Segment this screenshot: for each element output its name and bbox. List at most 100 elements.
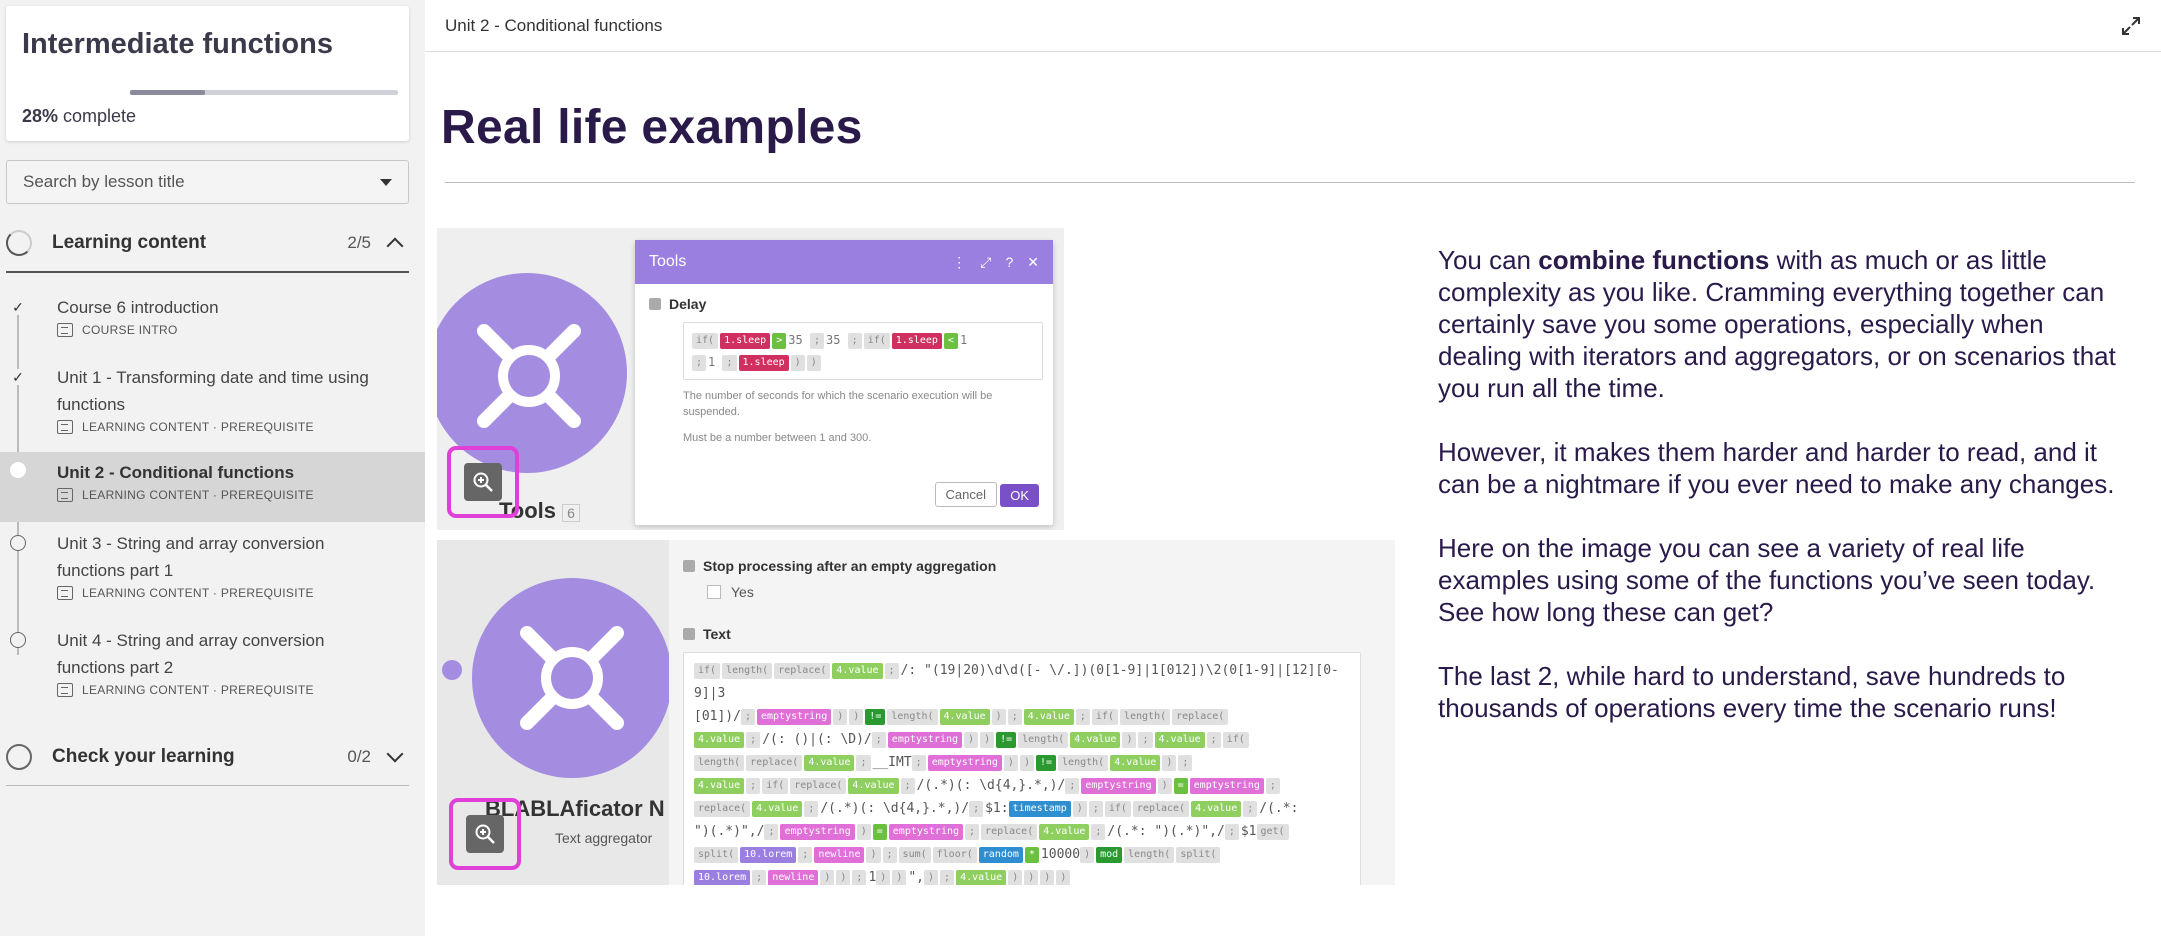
section-title: Learning content [52, 232, 207, 253]
check-icon: ✓ [10, 369, 26, 385]
paragraph-4: The last 2, while hard to understand, sa… [1438, 661, 2066, 723]
lesson-title: Unit 1 - Transforming date and time usin… [57, 368, 369, 414]
lesson-meta-text: COURSE INTRO [82, 323, 178, 337]
text-label: Text [683, 626, 1381, 642]
aggregator-module: BLABLAficator N Text aggregator [437, 540, 672, 885]
cancel-button: Cancel [934, 482, 997, 507]
collapse-icon [683, 560, 695, 572]
collapse-icon [649, 298, 661, 310]
progress-text: 28% complete [22, 106, 136, 127]
lesson-title: Course 6 introduction [57, 298, 219, 317]
example-image-aggregator: BLABLAficator N Text aggregator Stop pro… [437, 540, 1395, 885]
expand-icon[interactable] [2121, 16, 2141, 36]
progress-ring-icon [6, 230, 32, 256]
lesson-item-course-intro[interactable]: ✓ Course 6 introduction COURSE INTRO [0, 294, 425, 356]
delay-label: Delay [649, 296, 1039, 312]
delay-hint-1: The number of seconds for which the scen… [683, 390, 993, 418]
zoom-button-1[interactable] [447, 446, 519, 518]
progress-bar [130, 90, 398, 95]
more-icon: ⋮ [952, 253, 967, 270]
ok-button: OK [1000, 484, 1039, 507]
zoom-in-icon [464, 463, 502, 501]
dialog-header-icons: ⋮ ⤢? ✕ [952, 254, 1039, 271]
caret-down-icon [380, 178, 392, 186]
lesson-meta-text: LEARNING CONTENT · PREREQUISITE [82, 683, 314, 697]
lesson-search-select[interactable]: Search by lesson title [6, 160, 409, 204]
help-icon: ? [1005, 253, 1014, 270]
paragraph-1: You can combine functions with as much o… [1438, 244, 2118, 404]
text-label-text: Text [703, 626, 731, 642]
title-divider [445, 182, 2135, 183]
lesson-item-unit-2[interactable]: Unit 2 - Conditional functions LEARNING … [0, 452, 425, 522]
document-icon [57, 420, 73, 434]
search-placeholder: Search by lesson title [23, 172, 185, 191]
dialog-title: Tools [649, 253, 687, 270]
progress-ring-icon [6, 743, 32, 770]
aggregator-settings: Stop processing after an empty aggregati… [669, 540, 1395, 885]
delay-hint-2: Must be a number between 1 and 300. [683, 432, 872, 444]
lesson-meta-text: LEARNING CONTENT · PREREQUISITE [82, 420, 314, 434]
empty-aggregation-text: Stop processing after an empty aggregati… [703, 558, 997, 574]
delay-formula: if(1.sleep >35 ; 35 ; if(1.sleep <1 ; 1 ; 1.sl… [683, 322, 1043, 380]
checkbox-icon [707, 585, 721, 599]
tools-icon [520, 626, 624, 730]
lesson-meta: LEARNING CONTENT · PREREQUISITE [57, 586, 385, 600]
lesson-topbar: Unit 2 - Conditional functions [425, 0, 2161, 52]
empty-circle-icon [10, 632, 26, 648]
dialog-header: Tools ⋮ ⤢? ✕ [635, 240, 1053, 284]
lesson-meta-text: LEARNING CONTENT · PREREQUISITE [82, 586, 314, 600]
lesson-meta: LEARNING CONTENT · PREREQUISITE [57, 683, 385, 697]
collapse-icon [683, 628, 695, 640]
progress-percent: 28% [22, 106, 59, 126]
section-learning-content[interactable]: Learning content 2/5 [6, 215, 409, 273]
lesson-meta-text: LEARNING CONTENT · PREREQUISITE [82, 488, 314, 502]
chevron-down-icon [386, 745, 404, 762]
zoom-button-2[interactable] [449, 798, 521, 870]
document-icon [57, 586, 73, 600]
lesson-item-unit-1[interactable]: ✓ Unit 1 - Transforming date and time us… [0, 364, 425, 452]
text-formula: if(length(replace(4.value;/: "(19|20)\d\… [683, 652, 1361, 885]
zoom-in-icon [466, 815, 504, 853]
connector-dot [442, 660, 462, 680]
tools-icon [477, 324, 581, 428]
expand-icon: ⤢ [980, 253, 992, 270]
document-icon [57, 683, 73, 697]
lesson-body-text: You can combine functions with as much o… [1438, 244, 2118, 756]
section-count: 2/5 [347, 233, 371, 252]
lesson-meta: COURSE INTRO [57, 323, 385, 337]
module-count: 6 [562, 504, 580, 522]
document-icon [57, 323, 73, 337]
close-icon: ✕ [1027, 253, 1039, 270]
lesson-title: Unit 3 - String and array conversion fun… [57, 534, 325, 580]
chevron-up-icon [386, 237, 404, 255]
paragraph-2: However, it makes them harder and harder… [1438, 437, 2115, 499]
lesson-meta: LEARNING CONTENT · PREREQUISITE [57, 488, 385, 502]
lesson-content: Unit 2 - Conditional functions Real life… [425, 0, 2161, 936]
current-dot-icon [10, 462, 26, 478]
lesson-title: Unit 2 - Conditional functions [57, 463, 295, 482]
aggregator-sublabel: Text aggregator [555, 830, 653, 846]
lesson-meta: LEARNING CONTENT · PREREQUISITE [57, 420, 385, 434]
breadcrumb: Unit 2 - Conditional functions [445, 15, 663, 35]
empty-aggregation-label: Stop processing after an empty aggregati… [683, 558, 1381, 574]
paragraph-3: Here on the image you can see a variety … [1438, 533, 2096, 627]
yes-text: Yes [731, 584, 754, 600]
example-image-tools: Tools ⋮ ⤢? ✕ Delay if(1.sleep >35 ; 35 ; if(1… [437, 228, 1064, 530]
empty-circle-icon [10, 535, 26, 551]
progress-suffix: complete [58, 106, 137, 126]
section-count: 0/2 [347, 746, 371, 766]
paragraph-1-bold: combine functions [1538, 245, 1770, 275]
course-title: Intermediate functions [22, 28, 333, 60]
progress-fill [130, 90, 206, 95]
lesson-item-unit-4[interactable]: Unit 4 - String and array conversion fun… [0, 627, 425, 715]
lesson-title: Unit 4 - String and array conversion fun… [57, 631, 325, 677]
paragraph-1-start: You can [1438, 245, 1539, 275]
delay-text: Delay [669, 296, 707, 312]
lesson-item-unit-3[interactable]: Unit 3 - String and array conversion fun… [0, 530, 425, 618]
course-sidebar: Intermediate functions 28% complete Sear… [0, 0, 425, 936]
tools-dialog: Tools ⋮ ⤢? ✕ Delay if(1.sleep >35 ; 35 ; if(1… [635, 240, 1053, 525]
document-icon [57, 488, 73, 502]
course-card: Intermediate functions 28% complete [6, 6, 409, 141]
page-title: Real life examples [441, 101, 863, 154]
section-check-your-learning[interactable]: Check your learning 0/2 [6, 728, 409, 786]
